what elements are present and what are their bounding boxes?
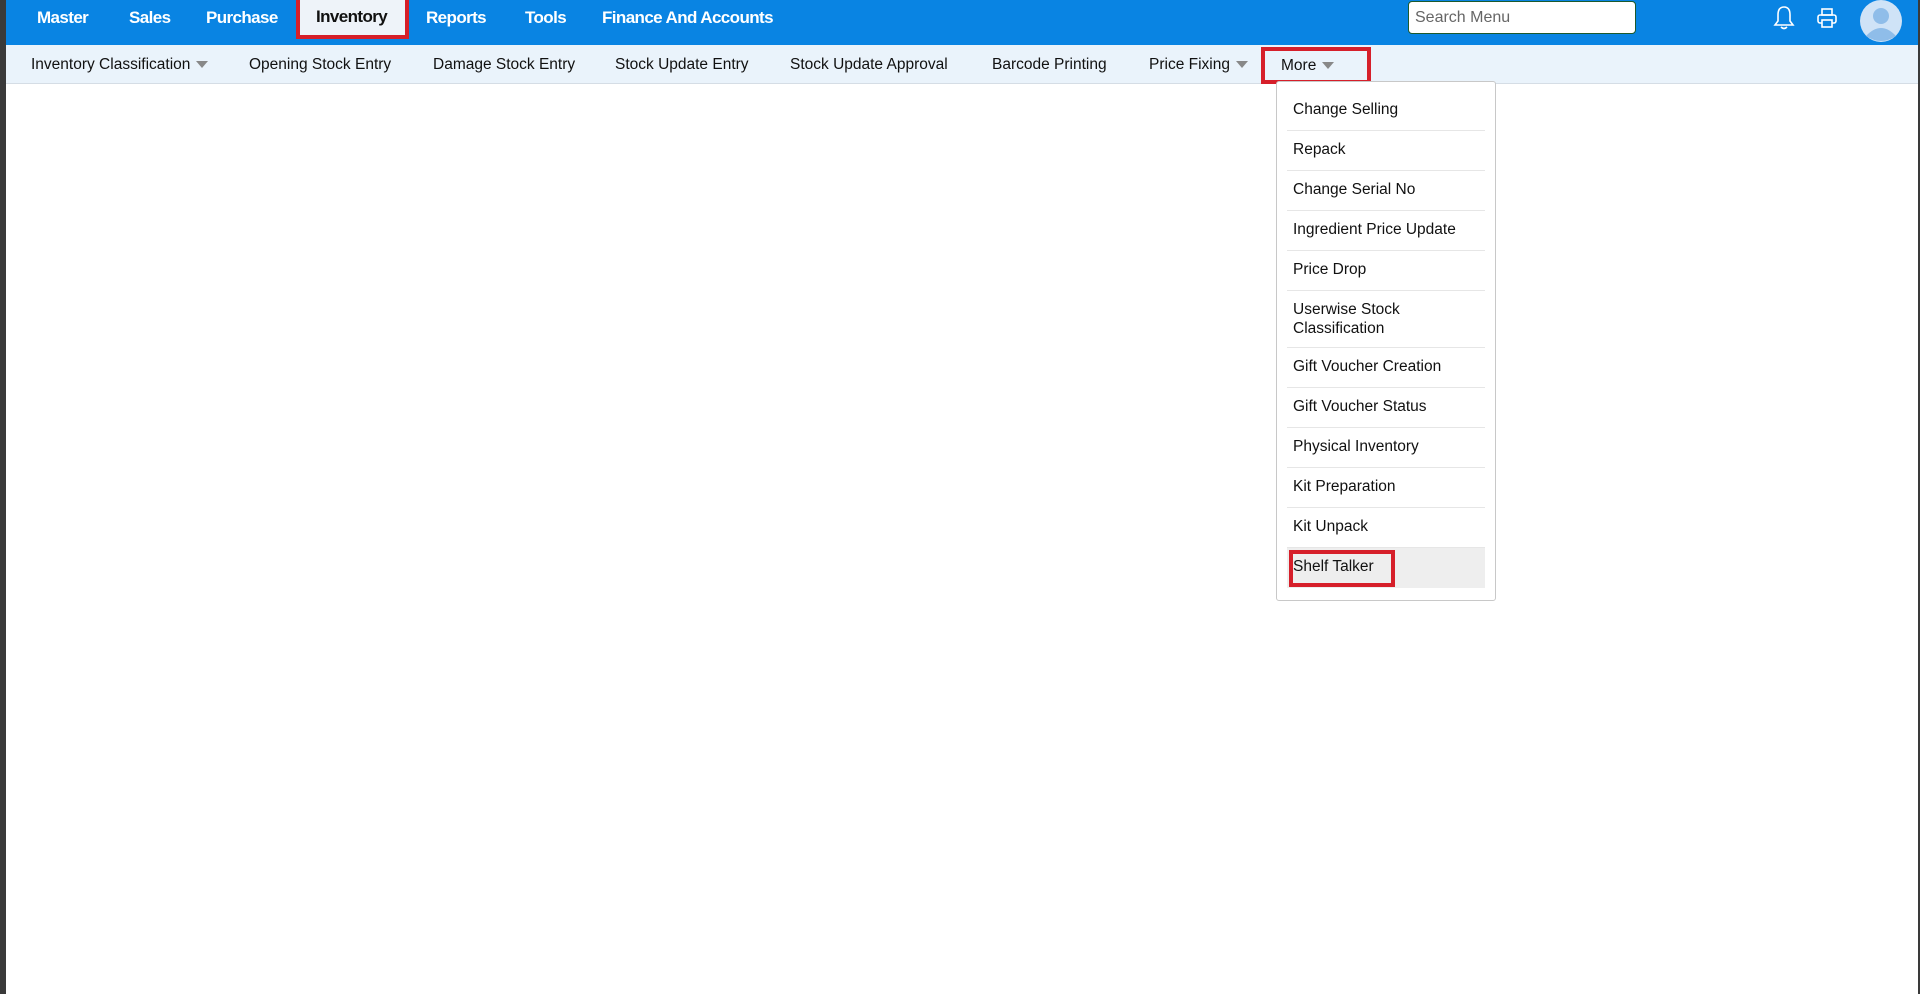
menu-item-kit-preparation[interactable]: Kit Preparation (1287, 468, 1485, 508)
menu-item-kit-unpack[interactable]: Kit Unpack (1287, 508, 1485, 548)
sub-nav-stock-update-entry[interactable]: Stock Update Entry (615, 46, 749, 84)
menu-item-gift-voucher-status[interactable]: Gift Voucher Status (1287, 388, 1485, 428)
nav-master[interactable]: Master (37, 0, 89, 39)
caret-down-icon (1322, 62, 1335, 70)
caret-down-icon (1235, 61, 1248, 69)
nav-reports[interactable]: Reports (426, 0, 487, 39)
sub-nav-inventory-classification[interactable]: Inventory Classification (31, 46, 209, 84)
printer-icon[interactable] (1816, 7, 1838, 34)
caret-down-icon (196, 61, 209, 69)
menu-item-userwise-stock-classification[interactable]: Userwise Stock Classification (1287, 291, 1485, 348)
menu-item-physical-inventory[interactable]: Physical Inventory (1287, 428, 1485, 468)
nav-finance-and-accounts[interactable]: Finance And Accounts (602, 0, 774, 39)
sub-nav-barcode-printing[interactable]: Barcode Printing (992, 46, 1107, 84)
nav-tools[interactable]: Tools (525, 0, 567, 39)
menu-item-change-selling[interactable]: Change Selling (1287, 91, 1485, 131)
menu-item-price-drop[interactable]: Price Drop (1287, 251, 1485, 291)
nav-inventory[interactable]: Inventory (296, 0, 409, 39)
sub-nav-label: Inventory Classification (31, 56, 191, 73)
nav-sales[interactable]: Sales (129, 0, 171, 39)
menu-item-shelf-talker[interactable]: Shelf Talker (1287, 548, 1485, 588)
sub-nav-more[interactable]: More (1261, 47, 1371, 84)
highlight-box (1289, 550, 1395, 587)
sub-nav-label: Price Fixing (1149, 56, 1230, 73)
avatar-icon[interactable] (1860, 0, 1902, 47)
search-menu-input[interactable] (1408, 1, 1636, 34)
bell-icon[interactable] (1773, 5, 1795, 36)
menu-item-ingredient-price-update[interactable]: Ingredient Price Update (1287, 211, 1485, 251)
menu-item-change-serial-no[interactable]: Change Serial No (1287, 171, 1485, 211)
menu-item-gift-voucher-creation[interactable]: Gift Voucher Creation (1287, 348, 1485, 388)
sub-nav-price-fixing[interactable]: Price Fixing (1149, 46, 1248, 84)
menu-item-repack[interactable]: Repack (1287, 131, 1485, 171)
sub-nav-stock-update-approval[interactable]: Stock Update Approval (790, 46, 948, 84)
more-label: More (1281, 57, 1317, 74)
sub-nav-damage-stock-entry[interactable]: Damage Stock Entry (433, 46, 575, 84)
window-border-left (0, 0, 6, 994)
sub-nav-opening-stock-entry[interactable]: Opening Stock Entry (249, 46, 391, 84)
nav-purchase[interactable]: Purchase (206, 0, 278, 39)
more-dropdown-menu: Change Selling Repack Change Serial No I… (1276, 81, 1496, 601)
